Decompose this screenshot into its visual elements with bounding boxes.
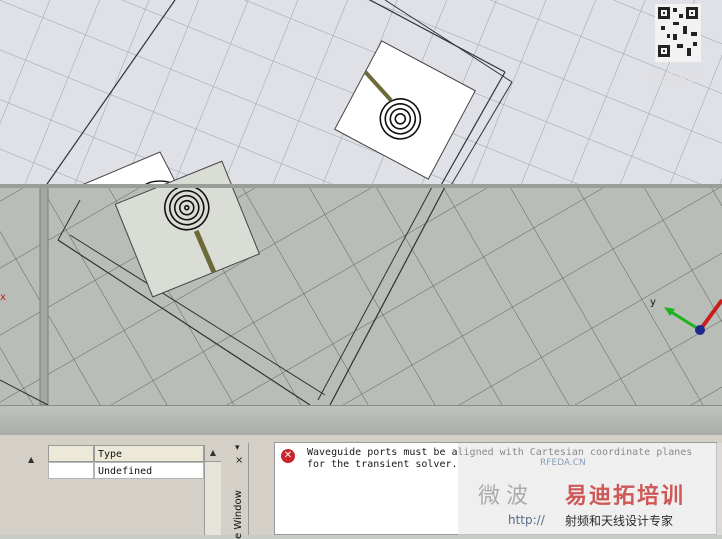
watermark-caption: 微信联系 bbox=[652, 70, 701, 84]
grid-lower bbox=[0, 187, 722, 405]
watermark-url: http:// bbox=[508, 513, 545, 527]
message-window-tab[interactable]: ▾ × e Window bbox=[232, 443, 249, 539]
axis-label-x: x bbox=[0, 292, 6, 303]
qr-code-icon bbox=[655, 4, 701, 62]
error-icon: ✕ bbox=[281, 449, 295, 463]
parameter-panel: ▲ Type Undefined ▲ bbox=[0, 435, 229, 535]
scroll-up-icon[interactable]: ▲ bbox=[205, 445, 221, 462]
watermark-text-left: 微波 bbox=[478, 484, 535, 509]
close-icon[interactable]: × bbox=[235, 455, 243, 466]
watermark-site: RFEDA.CN bbox=[540, 458, 586, 468]
dock-toolbar bbox=[0, 405, 722, 436]
scroll-up-icon[interactable]: ▲ bbox=[28, 455, 34, 464]
table-cell[interactable] bbox=[48, 462, 94, 479]
axis-label-y: y bbox=[650, 297, 656, 308]
watermark-slogan: 射频和天线设计专家 bbox=[565, 514, 674, 528]
column-header[interactable] bbox=[48, 445, 94, 462]
pin-icon[interactable]: ▾ bbox=[235, 443, 240, 453]
message-window-label: e Window bbox=[233, 490, 244, 539]
split-divider bbox=[39, 186, 49, 406]
table-cell-type[interactable]: Undefined bbox=[94, 462, 204, 479]
column-header-type[interactable]: Type bbox=[94, 445, 204, 462]
watermark-text-brand: 易迪拓培训 bbox=[565, 484, 686, 509]
vertical-scrollbar[interactable]: ▲ bbox=[204, 445, 221, 535]
view-splitter bbox=[0, 184, 722, 188]
